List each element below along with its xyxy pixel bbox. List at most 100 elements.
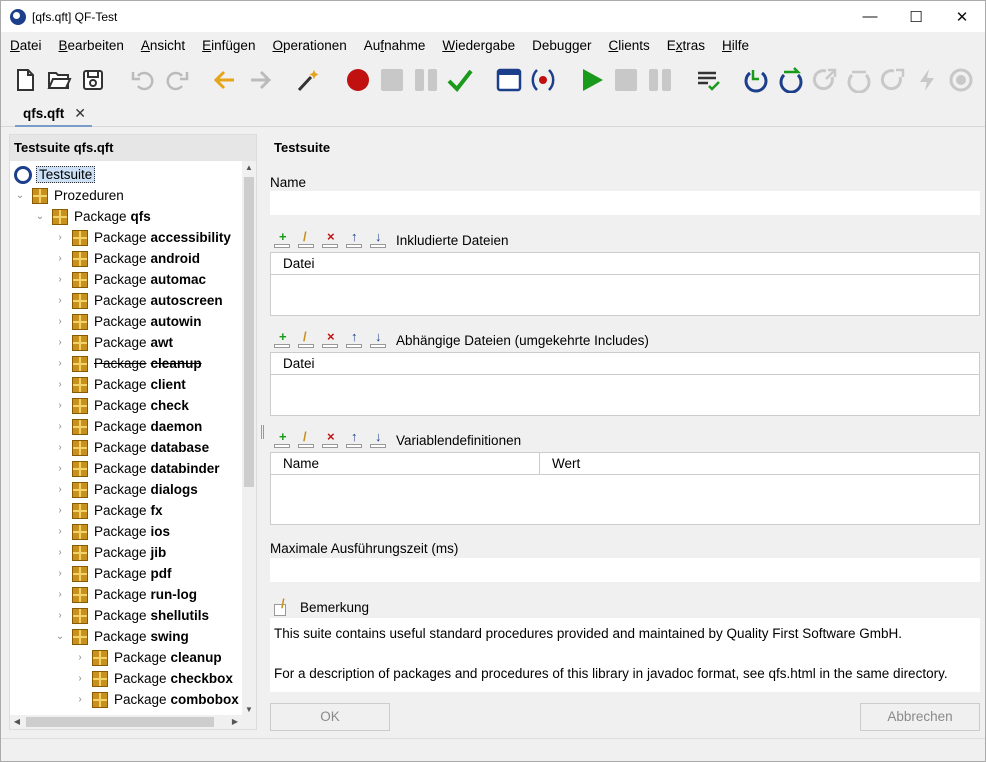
chevron-right-icon[interactable]: › <box>54 463 66 474</box>
scroll-right-icon[interactable]: ▶ <box>228 715 242 729</box>
tree-node-package-qfs[interactable]: ⌄ Package qfs <box>34 206 151 227</box>
chevron-right-icon[interactable]: › <box>54 379 66 390</box>
delete-icon[interactable]: × <box>320 229 344 249</box>
chevron-right-icon[interactable]: › <box>54 484 66 495</box>
tree-node-package-cleanup[interactable]: › Package cleanup <box>54 353 202 374</box>
chevron-right-icon[interactable]: › <box>54 547 66 558</box>
undo-icon[interactable] <box>129 66 157 94</box>
chevron-right-icon[interactable]: › <box>54 421 66 432</box>
tree-node-package-dialogs[interactable]: › Package dialogs <box>54 479 198 500</box>
tree-node-package-ios[interactable]: › Package ios <box>54 521 170 542</box>
magic-wand-icon[interactable] <box>294 66 322 94</box>
chevron-right-icon[interactable]: › <box>54 316 66 327</box>
tree-node-package-swing-checkbox[interactable]: › Package checkbox <box>74 668 233 689</box>
edit-comment-icon[interactable]: / <box>272 596 296 616</box>
redo-icon[interactable] <box>163 66 191 94</box>
record-icon[interactable] <box>344 66 372 94</box>
move-down-icon[interactable]: ↓ <box>368 429 392 449</box>
edit-icon[interactable]: / <box>296 329 320 349</box>
tree-node-package-run-log[interactable]: › Package run-log <box>54 584 197 605</box>
horizontal-scroll-thumb[interactable] <box>26 717 214 727</box>
chevron-right-icon[interactable]: › <box>54 295 66 306</box>
chevron-down-icon[interactable]: ⌄ <box>14 190 26 201</box>
record-component-icon[interactable] <box>529 66 557 94</box>
add-icon[interactable]: + <box>272 429 296 449</box>
max-time-field[interactable] <box>270 558 980 582</box>
chevron-right-icon[interactable]: › <box>54 589 66 600</box>
add-icon[interactable]: + <box>272 229 296 249</box>
tree-node-package-swing-cleanup[interactable]: › Package cleanup <box>74 647 222 668</box>
cancel-button[interactable]: Abbrechen <box>860 703 980 731</box>
menu-wiedergabe[interactable]: Wiedergabe <box>433 35 523 57</box>
tree-node-package-autoscreen[interactable]: › Package autoscreen <box>54 290 223 311</box>
delete-icon[interactable]: × <box>320 429 344 449</box>
check-icon[interactable] <box>446 66 474 94</box>
close-window-button[interactable]: ✕ <box>939 1 985 32</box>
tree-node-procedures[interactable]: ⌄ Prozeduren <box>14 185 124 206</box>
included-files-table[interactable]: Datei <box>270 252 980 316</box>
tree-node-package-jib[interactable]: › Package jib <box>54 542 166 563</box>
column-header-value[interactable]: Wert <box>539 453 580 474</box>
tree-node-package-pdf[interactable]: › Package pdf <box>54 563 172 584</box>
tree-node-package-accessibility[interactable]: › Package accessibility <box>54 227 231 248</box>
tree-vertical-scrollbar[interactable]: ▲ ▼ <box>242 161 256 717</box>
step-over-icon[interactable] <box>777 66 805 94</box>
menu-clients[interactable]: Clients <box>599 35 657 57</box>
move-up-icon[interactable]: ↑ <box>344 229 368 249</box>
pause-record-icon[interactable] <box>412 66 440 94</box>
dependent-files-table[interactable]: Datei <box>270 352 980 416</box>
back-arrow-icon[interactable] <box>211 66 239 94</box>
window-icon[interactable] <box>495 66 523 94</box>
tree-node-package-check[interactable]: › Package check <box>54 395 189 416</box>
step-in-icon[interactable] <box>743 66 771 94</box>
delete-icon[interactable]: × <box>320 329 344 349</box>
chevron-right-icon[interactable]: › <box>74 673 86 684</box>
name-field[interactable] <box>270 191 980 215</box>
continue-icon[interactable] <box>913 66 941 94</box>
tree-node-testsuite[interactable]: Testsuite <box>14 164 96 185</box>
tree-node-package-daemon[interactable]: › Package daemon <box>54 416 202 437</box>
step-out-icon[interactable] <box>811 66 839 94</box>
tree-node-package-automac[interactable]: › Package automac <box>54 269 206 290</box>
ok-button[interactable]: OK <box>270 703 390 731</box>
menu-einf-gen[interactable]: Einfügen <box>193 35 263 57</box>
stop-record-icon[interactable] <box>378 66 406 94</box>
chevron-right-icon[interactable]: › <box>54 358 66 369</box>
column-header-file[interactable]: Datei <box>271 353 315 374</box>
scroll-up-icon[interactable]: ▲ <box>242 161 256 175</box>
forward-arrow-icon[interactable] <box>246 66 274 94</box>
checklist-icon[interactable] <box>694 66 722 94</box>
menu-aufnahme[interactable]: Aufnahme <box>355 35 434 57</box>
vertical-scroll-thumb[interactable] <box>244 177 254 487</box>
menu-debugger[interactable]: Debugger <box>523 35 599 57</box>
move-up-icon[interactable]: ↑ <box>344 329 368 349</box>
chevron-right-icon[interactable]: › <box>54 568 66 579</box>
menu-bearbeiten[interactable]: Bearbeiten <box>50 35 132 57</box>
skip-out-icon[interactable] <box>879 66 907 94</box>
pause-icon[interactable] <box>646 66 674 94</box>
minimize-button[interactable]: — <box>847 1 893 32</box>
chevron-right-icon[interactable]: › <box>54 610 66 621</box>
tree-node-package-database[interactable]: › Package database <box>54 437 209 458</box>
close-tab-icon[interactable]: ✕ <box>74 105 86 122</box>
suite-tree[interactable]: Testsuite ⌄ Prozeduren ⌄ Package qfs › Package a… <box>10 161 244 717</box>
menu-ansicht[interactable]: Ansicht <box>132 35 193 57</box>
edit-icon[interactable]: / <box>296 429 320 449</box>
chevron-right-icon[interactable]: › <box>54 505 66 516</box>
chevron-down-icon[interactable]: ⌄ <box>54 631 66 642</box>
menu-extras[interactable]: Extras <box>658 35 713 57</box>
chevron-right-icon[interactable]: › <box>54 337 66 348</box>
tree-node-package-client[interactable]: › Package client <box>54 374 186 395</box>
menu-operationen[interactable]: Operationen <box>263 35 354 57</box>
move-down-icon[interactable]: ↓ <box>368 229 392 249</box>
tree-horizontal-scrollbar[interactable]: ◀ ▶ <box>10 715 256 729</box>
move-down-icon[interactable]: ↓ <box>368 329 392 349</box>
comment-field[interactable]: This suite contains useful standard proc… <box>270 618 980 692</box>
move-up-icon[interactable]: ↑ <box>344 429 368 449</box>
tree-node-package-shellutils[interactable]: › Package shellutils <box>54 605 209 626</box>
tree-node-package-fx[interactable]: › Package fx <box>54 500 163 521</box>
column-header-file[interactable]: Datei <box>271 253 315 274</box>
scroll-left-icon[interactable]: ◀ <box>10 715 24 729</box>
save-icon[interactable] <box>79 66 107 94</box>
panel-splitter[interactable] <box>261 425 264 439</box>
